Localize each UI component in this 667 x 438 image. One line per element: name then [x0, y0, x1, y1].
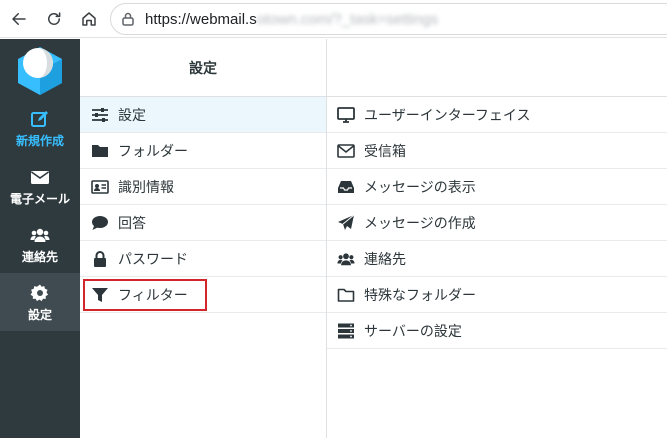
settings-item-label: 回答	[118, 215, 146, 232]
nav-contacts-label: 連絡先	[21, 250, 58, 264]
pref-section-label: サーバーの設定	[364, 323, 462, 340]
nav-settings-label: 設定	[27, 308, 52, 322]
sliders-icon	[90, 105, 110, 125]
settings-item-label: フォルダー	[118, 143, 188, 160]
settings-item-label: 識別情報	[118, 179, 174, 196]
folder-outline-icon	[336, 285, 356, 305]
settings-item-responses[interactable]: 回答	[80, 205, 326, 241]
pref-section-label: 特殊なフォルダー	[364, 287, 476, 304]
left-navigation: 新規作成 電子メール 連絡先 設定	[0, 39, 80, 438]
preferences-panel: ユーザーインターフェイス 受信箱 メッセージの表示 メッセージの作成 連絡先 特…	[327, 39, 667, 438]
pref-section-contacts[interactable]: 連絡先	[327, 241, 667, 277]
roundcube-logo-icon	[18, 47, 62, 95]
pref-section-label: 受信箱	[364, 143, 406, 160]
envelope-icon	[29, 166, 51, 188]
settings-item-folders[interactable]: フォルダー	[80, 133, 326, 169]
preferences-header	[327, 39, 667, 97]
users-icon	[336, 249, 356, 269]
lock-icon	[122, 12, 134, 26]
id-card-icon	[90, 177, 110, 197]
settings-item-preferences[interactable]: 設定	[80, 97, 326, 133]
monitor-icon	[336, 105, 356, 125]
nav-settings[interactable]: 設定	[0, 273, 80, 331]
reload-icon	[48, 12, 61, 25]
nav-mail[interactable]: 電子メール	[0, 157, 80, 215]
server-icon	[336, 321, 356, 341]
address-bar[interactable]: https://webmail.s otown.com/?_task=settin…	[110, 3, 667, 35]
nav-compose-label: 新規作成	[15, 134, 64, 148]
pref-section-composing-messages[interactable]: メッセージの作成	[327, 205, 667, 241]
pref-section-server-settings[interactable]: サーバーの設定	[327, 313, 667, 349]
inbox-tray-icon	[336, 177, 356, 197]
pref-section-label: ユーザーインターフェイス	[364, 107, 531, 124]
nav-compose[interactable]: 新規作成	[0, 99, 80, 157]
home-icon	[82, 12, 96, 26]
compose-icon	[29, 108, 51, 130]
back-button[interactable]	[7, 7, 31, 31]
paper-plane-icon	[336, 213, 356, 233]
settings-header: 設定	[80, 39, 326, 97]
pref-section-user-interface[interactable]: ユーザーインターフェイス	[327, 97, 667, 133]
app-logo[interactable]	[0, 39, 80, 99]
nav-contacts[interactable]: 連絡先	[0, 215, 80, 273]
reload-button[interactable]	[42, 7, 66, 31]
speech-bubble-icon	[90, 213, 110, 233]
users-icon	[29, 224, 51, 246]
highlight-box	[83, 279, 207, 311]
pref-section-mailbox-view[interactable]: 受信箱	[327, 133, 667, 169]
settings-item-label: 設定	[118, 107, 146, 124]
url-obscured-text: otown.com/?_task=settings	[256, 10, 439, 28]
pref-section-label: メッセージの表示	[364, 179, 476, 196]
pref-section-displaying-messages[interactable]: メッセージの表示	[327, 169, 667, 205]
nav-mail-label: 電子メール	[9, 192, 70, 206]
arrow-left-icon	[12, 13, 26, 25]
settings-sidebar: 設定 設定 フォルダー 識別情報 回答 パスワード フィルター	[80, 39, 327, 438]
envelope-outline-icon	[336, 141, 356, 161]
home-button[interactable]	[77, 7, 101, 31]
lock-icon	[90, 249, 110, 269]
settings-item-label: パスワード	[118, 251, 188, 268]
url-text: https://webmail.s	[145, 10, 257, 28]
pref-section-label: 連絡先	[364, 251, 406, 268]
settings-item-filters[interactable]: フィルター	[80, 277, 326, 313]
folder-icon	[90, 141, 110, 161]
pref-section-special-folders[interactable]: 特殊なフォルダー	[327, 277, 667, 313]
pref-section-label: メッセージの作成	[364, 215, 476, 232]
browser-toolbar: https://webmail.s otown.com/?_task=settin…	[0, 0, 667, 38]
settings-item-password[interactable]: パスワード	[80, 241, 326, 277]
settings-item-identities[interactable]: 識別情報	[80, 169, 326, 205]
gear-icon	[29, 282, 51, 304]
